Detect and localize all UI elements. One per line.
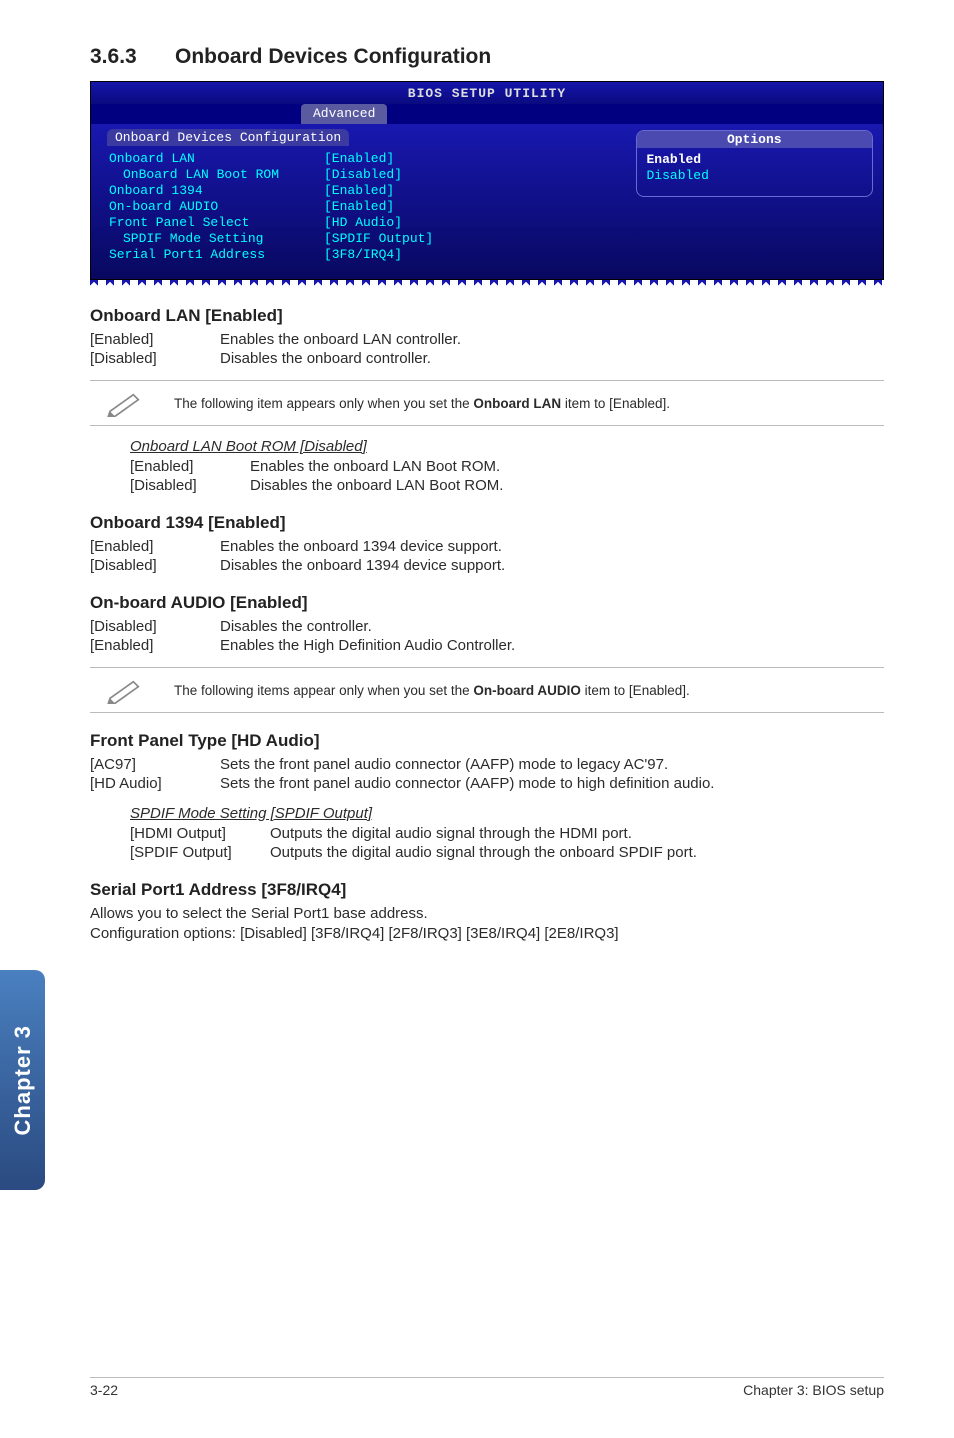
footer-page-number: 3-22 xyxy=(90,1382,118,1398)
kv-key: [Disabled] xyxy=(90,617,220,636)
kv-key: [HD Audio] xyxy=(90,774,220,793)
heading-onboard-audio: On-board AUDIO [Enabled] xyxy=(90,593,884,613)
note-onboard-lan: The following item appears only when you… xyxy=(90,380,884,426)
page-footer: 3-22 Chapter 3: BIOS setup xyxy=(90,1377,884,1398)
kv-key: [Enabled] xyxy=(90,537,220,556)
heading-onboard-lan: Onboard LAN [Enabled] xyxy=(90,306,884,326)
note-text-pre: The following items appear only when you… xyxy=(174,683,473,698)
note-text-pre: The following item appears only when you… xyxy=(174,396,473,411)
bios-tabs: Advanced xyxy=(91,104,883,124)
kv-value: Disables the onboard LAN Boot ROM. xyxy=(250,476,503,495)
bios-row-label: Front Panel Select xyxy=(109,215,324,231)
bios-right-pane: Options Enabled Disabled xyxy=(636,130,874,269)
kv-key: [Disabled] xyxy=(90,556,220,575)
kv-value: Disables the onboard 1394 device support… xyxy=(220,556,505,575)
bios-row-value: [Enabled] xyxy=(324,199,616,215)
bios-row-value: [Enabled] xyxy=(324,151,616,167)
bios-row-value: [3F8/IRQ4] xyxy=(324,247,616,263)
kv-key: [HDMI Output] xyxy=(130,824,270,843)
bios-row-label: Serial Port1 Address xyxy=(109,247,324,263)
bios-option-selected: Enabled xyxy=(647,152,863,168)
kv-value: Disables the onboard controller. xyxy=(220,349,461,368)
heading-serial-port: Serial Port1 Address [3F8/IRQ4] xyxy=(90,880,884,900)
kv-key: [SPDIF Output] xyxy=(130,843,270,862)
bios-row-label: SPDIF Mode Setting xyxy=(109,231,324,247)
kv-value: Enables the onboard 1394 device support. xyxy=(220,537,505,556)
note-text-post: item to [Enabled]. xyxy=(581,683,690,698)
kv-value: Outputs the digital audio signal through… xyxy=(270,824,697,843)
section-number: 3.6.3 xyxy=(90,45,175,69)
bios-row-value: [Disabled] xyxy=(324,167,616,183)
bios-row-label: OnBoard LAN Boot ROM xyxy=(109,167,324,183)
kv-front-panel: [AC97]Sets the front panel audio connect… xyxy=(90,755,714,793)
kv-value: Enables the High Definition Audio Contro… xyxy=(220,636,515,655)
bios-row-value: [Enabled] xyxy=(324,183,616,199)
bios-row-value: [SPDIF Output] xyxy=(324,231,616,247)
note-onboard-audio: The following items appear only when you… xyxy=(90,667,884,713)
kv-value: Sets the front panel audio connector (AA… xyxy=(220,755,714,774)
kv-onboard-audio: [Disabled]Disables the controller. [Enab… xyxy=(90,617,515,655)
bios-panel: BIOS SETUP UTILITY Advanced Onboard Devi… xyxy=(90,81,884,280)
kv-key: [AC97] xyxy=(90,755,220,774)
kv-value: Outputs the digital audio signal through… xyxy=(270,843,697,862)
footer-chapter: Chapter 3: BIOS setup xyxy=(743,1382,884,1398)
note-text-bold: Onboard LAN xyxy=(473,396,561,411)
heading-onboard-1394: Onboard 1394 [Enabled] xyxy=(90,513,884,533)
note-text: The following item appears only when you… xyxy=(174,396,670,411)
kv-value: Sets the front panel audio connector (AA… xyxy=(220,774,714,793)
bios-tab-advanced: Advanced xyxy=(301,104,387,124)
bios-row-label: On-board AUDIO xyxy=(109,199,324,215)
kv-key: [Enabled] xyxy=(90,330,220,349)
kv-key: [Disabled] xyxy=(90,349,220,368)
kv-onboard-lan: [Enabled]Enables the onboard LAN control… xyxy=(90,330,461,368)
chapter-tab-label: Chapter 3 xyxy=(10,1025,36,1135)
kv-key: [Disabled] xyxy=(130,476,250,495)
chapter-tab: Chapter 3 xyxy=(0,970,45,1190)
bios-header: BIOS SETUP UTILITY xyxy=(91,82,883,104)
bios-options-box: Options Enabled Disabled xyxy=(636,130,874,197)
kv-value: Enables the onboard LAN controller. xyxy=(220,330,461,349)
kv-key: [Enabled] xyxy=(90,636,220,655)
bios-row-value: [HD Audio] xyxy=(324,215,616,231)
bios-rows: Onboard LAN[Enabled] OnBoard LAN Boot RO… xyxy=(101,147,624,269)
sub-onboard-lan-bootrom: Onboard LAN Boot ROM [Disabled] [Enabled… xyxy=(130,438,884,495)
kv-key: [Enabled] xyxy=(130,457,250,476)
section-heading: 3.6.3Onboard Devices Configuration xyxy=(90,45,884,69)
bios-options-head: Options xyxy=(637,131,873,148)
section-title: Onboard Devices Configuration xyxy=(175,45,491,68)
bios-row-label: Onboard 1394 xyxy=(109,183,324,199)
kv-onboard-1394: [Enabled]Enables the onboard 1394 device… xyxy=(90,537,505,575)
bios-box-title: Onboard Devices Configuration xyxy=(107,129,349,146)
note-text-bold: On-board AUDIO xyxy=(473,683,581,698)
bios-left-pane: Onboard Devices Configuration Onboard LA… xyxy=(101,130,624,269)
sub-title: Onboard LAN Boot ROM [Disabled] xyxy=(130,438,884,455)
pencil-icon xyxy=(90,676,160,704)
sub-title: SPDIF Mode Setting [SPDIF Output] xyxy=(130,805,884,822)
kv-value: Enables the onboard LAN Boot ROM. xyxy=(250,457,503,476)
serial-port-body: Allows you to select the Serial Port1 ba… xyxy=(90,904,884,945)
heading-front-panel: Front Panel Type [HD Audio] xyxy=(90,731,884,751)
bios-option: Disabled xyxy=(647,168,863,184)
kv-value: Disables the controller. xyxy=(220,617,515,636)
note-text-post: item to [Enabled]. xyxy=(561,396,670,411)
bios-row-label: Onboard LAN xyxy=(109,151,324,167)
note-text: The following items appear only when you… xyxy=(174,683,690,698)
sub-spdif: SPDIF Mode Setting [SPDIF Output] [HDMI … xyxy=(130,805,884,862)
pencil-icon xyxy=(90,389,160,417)
bios-title: BIOS SETUP UTILITY xyxy=(91,86,883,101)
bios-tear-edge xyxy=(90,280,884,288)
